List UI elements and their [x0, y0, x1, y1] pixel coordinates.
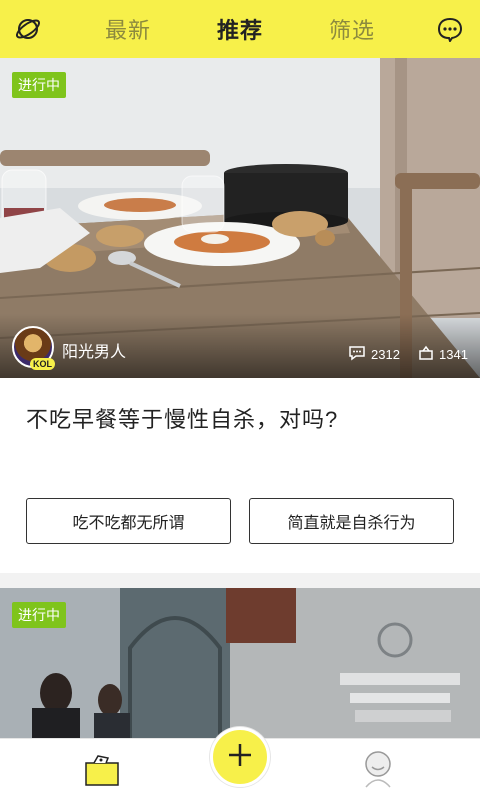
share-stat[interactable]: 1341	[418, 345, 468, 364]
comment-count: 2312	[371, 347, 400, 362]
kol-badge: KOL	[30, 358, 55, 370]
status-badge: 进行中	[12, 72, 66, 98]
tab-bar: 最新 推荐 筛选	[80, 0, 400, 58]
topic-photo-2[interactable]	[0, 588, 480, 748]
person-icon[interactable]	[360, 749, 396, 789]
answer-button-1[interactable]: 吃不吃都无所谓	[26, 498, 231, 544]
status-badge-2: 进行中	[12, 602, 66, 628]
tab-filter[interactable]: 筛选	[329, 13, 375, 45]
topic-card-2[interactable]: 进行中	[0, 588, 480, 748]
answer-options: 吃不吃都无所谓 简直就是自杀行为	[26, 498, 454, 544]
topic-question[interactable]: 不吃早餐等于慢性自杀，对吗?	[26, 402, 338, 434]
folder-envelope-icon[interactable]	[84, 753, 120, 787]
topic-card[interactable]: 进行中 KOL 阳光男人 2312 1341 不吃早餐等于慢性自杀，对吗? 吃不…	[0, 58, 480, 573]
share-icon	[418, 345, 434, 364]
plus-icon	[227, 742, 253, 773]
chat-bubble-icon[interactable]	[434, 13, 466, 45]
planet-icon[interactable]	[12, 13, 44, 45]
comment-icon	[348, 345, 366, 364]
share-count: 1341	[439, 347, 468, 362]
photo-footer: KOL 阳光男人 2312 1341	[0, 314, 480, 378]
comment-stat[interactable]: 2312	[348, 345, 400, 364]
tab-latest[interactable]: 最新	[105, 13, 151, 45]
top-bar: 最新 推荐 筛选	[0, 0, 480, 58]
author-name[interactable]: 阳光男人	[62, 338, 126, 362]
topic-photo[interactable]: 进行中 KOL 阳光男人 2312 1341	[0, 58, 480, 378]
answer-button-2[interactable]: 简直就是自杀行为	[249, 498, 454, 544]
tab-recommended[interactable]: 推荐	[217, 13, 263, 45]
create-button[interactable]	[210, 727, 270, 787]
